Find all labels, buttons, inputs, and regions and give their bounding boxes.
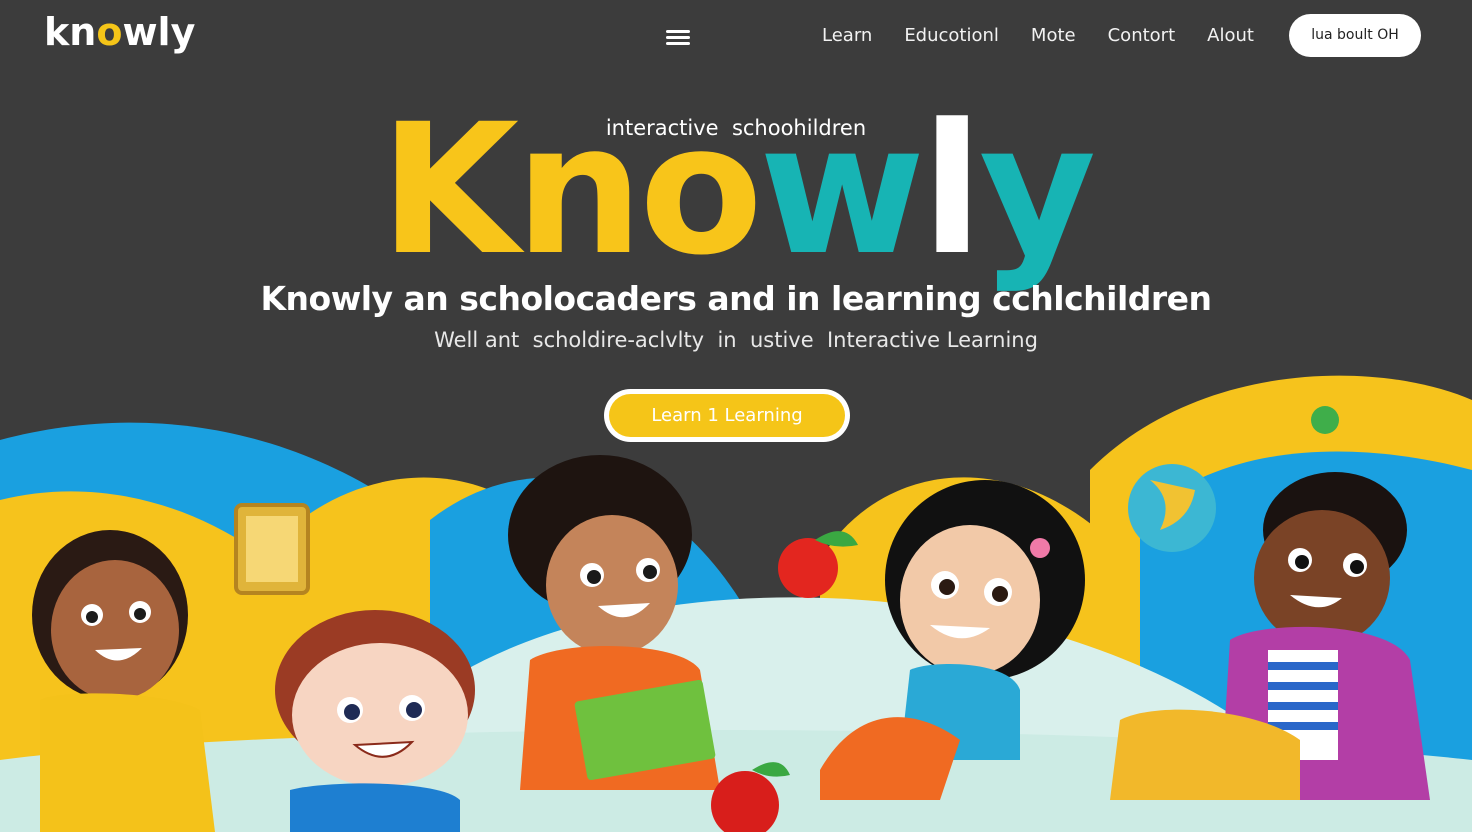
main-nav: Learn Educotionl Mote Contort Alout bbox=[806, 24, 1270, 48]
hero-headline: Knowly an scholocaders and in learning c… bbox=[260, 279, 1212, 318]
apple-icon bbox=[778, 538, 838, 598]
clover-icon bbox=[1311, 406, 1339, 434]
logo-text-start: kn bbox=[44, 10, 97, 54]
hero-kicker: interactive schoohildren bbox=[0, 116, 1472, 140]
hamburger-menu-icon[interactable] bbox=[666, 30, 690, 46]
brand-logo[interactable]: knowly bbox=[44, 8, 195, 56]
nav-link-educational[interactable]: Educotionl bbox=[888, 24, 1015, 48]
nav-link-learn[interactable]: Learn bbox=[806, 24, 888, 48]
landing-page: knowly Learn Educotionl Mote Contort Alo… bbox=[0, 0, 1472, 832]
hero-cta-button[interactable]: Learn 1 Learning bbox=[604, 389, 850, 442]
logo-text-o: o bbox=[96, 10, 123, 54]
nav-link-about[interactable]: Alout bbox=[1191, 24, 1270, 48]
child-figure-front bbox=[275, 610, 475, 832]
hero-kicker-text: interactive schoohildren bbox=[605, 116, 867, 140]
hero-subline: Well ant scholdire-aclvlty in ustive Int… bbox=[434, 328, 1038, 352]
nav-cta-button[interactable]: lua boult OH bbox=[1289, 14, 1421, 57]
nav-link-contact[interactable]: Contort bbox=[1092, 24, 1192, 48]
logo-text-end: wly bbox=[122, 10, 196, 54]
nav-link-more[interactable]: Mote bbox=[1015, 24, 1092, 48]
hero-cta-label: Learn 1 Learning bbox=[609, 394, 845, 437]
